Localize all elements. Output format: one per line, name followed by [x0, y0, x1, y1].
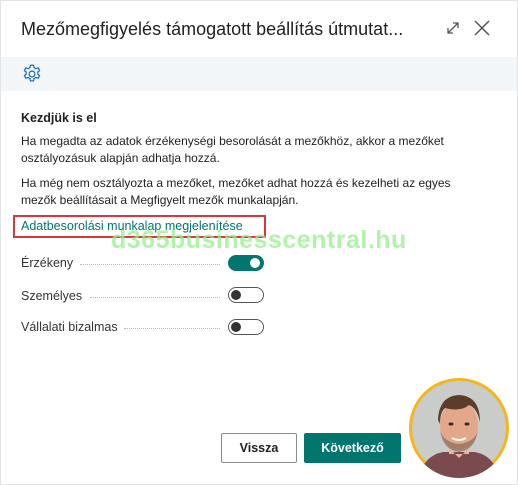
toggle-personal[interactable]: [228, 287, 264, 303]
action-bar: [1, 57, 517, 91]
toggle-label-company-confidential: Vállalati bizalmas: [21, 320, 118, 334]
info-paragraph: Ha még nem osztályozta a mezőket, mezőke…: [21, 175, 491, 209]
close-icon[interactable]: [472, 18, 492, 38]
toggle-knob: [231, 289, 241, 300]
info-line-1: Ha még nem osztályozta a mezőket, mezőke…: [21, 176, 451, 190]
dotted-leader: [90, 297, 220, 298]
back-button[interactable]: Vissza: [221, 433, 297, 463]
toggle-label-personal: Személyes: [21, 289, 83, 303]
avatar: [409, 378, 509, 478]
avatar-portrait: [412, 381, 506, 478]
toggle-label-sensitive: Érzékeny: [21, 256, 74, 270]
intro-line-1: Ha megadta az adatok érzékenységi besoro…: [21, 134, 444, 148]
toggle-sensitive[interactable]: [228, 255, 264, 271]
gear-icon[interactable]: [21, 63, 43, 85]
dotted-leader: [124, 328, 220, 329]
info-line-2: mezők beállításait a Megfigyelt mezők mu…: [21, 193, 299, 207]
next-button[interactable]: Következő: [304, 433, 401, 463]
dialog-title: Mezőmegfigyelés támogatott beállítás útm…: [21, 19, 404, 39]
watermark: d365businesscentral.hu: [111, 226, 407, 254]
toggle-knob: [250, 258, 260, 268]
dotted-leader: [80, 264, 220, 265]
intro-line-2: osztályozásuk alapján adhatja hozzá.: [21, 151, 220, 165]
section-title: Kezdjük is el: [21, 111, 97, 125]
toggle-company-confidential[interactable]: [228, 319, 264, 335]
toggle-knob: [231, 321, 241, 332]
intro-paragraph: Ha megadta az adatok érzékenységi besoro…: [21, 133, 491, 167]
expand-icon[interactable]: [443, 18, 463, 38]
